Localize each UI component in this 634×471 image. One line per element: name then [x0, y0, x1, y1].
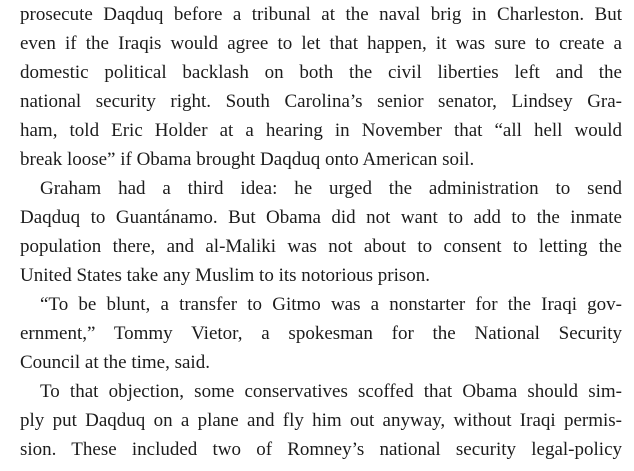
text-line: ply put Daqduq on a plane and fly him ou… [20, 410, 622, 431]
text-line: Daqduq to Guantánamo. But Obama did not … [20, 207, 622, 228]
text-line: To that objection, some conservatives sc… [40, 381, 622, 402]
text-line: break loose” if Obama brought Daqduq ont… [20, 149, 475, 170]
text-line: even if the Iraqis would agree to let th… [20, 33, 622, 54]
text-line: United States take any Muslim to its not… [20, 265, 431, 286]
paragraph-vietor-quote: “To be blunt, a transfer to Gitmo was a … [20, 290, 634, 377]
text-line: sion. These included two of Romney’s nat… [20, 439, 622, 460]
paragraph-conservatives-objection: To that objection, some conservatives sc… [20, 377, 634, 464]
text-page: prosecute Daqduq before a tribunal at th… [20, 0, 634, 464]
text-line: population there, and al-Maliki was not … [20, 236, 622, 257]
text-line: Council at the time, said. [20, 352, 210, 373]
text-line: ham, told Eric Holder at a hearing in No… [20, 120, 622, 141]
text-line: national security right. South Carolina’… [20, 91, 622, 112]
text-line: Graham had a third idea: he urged the ad… [40, 178, 622, 199]
text-line: prosecute Daqduq before a tribunal at th… [20, 4, 622, 25]
text-line: ernment,” Tommy Vietor, a spokesman for … [20, 323, 622, 344]
text-line: “To be blunt, a transfer to Gitmo was a … [40, 294, 622, 315]
paragraph-graham-guantanamo: Graham had a third idea: he urged the ad… [20, 174, 634, 290]
text-line: domestic political backlash on both the … [20, 62, 622, 83]
paragraph-daqduq-trial: prosecute Daqduq before a tribunal at th… [20, 0, 634, 174]
